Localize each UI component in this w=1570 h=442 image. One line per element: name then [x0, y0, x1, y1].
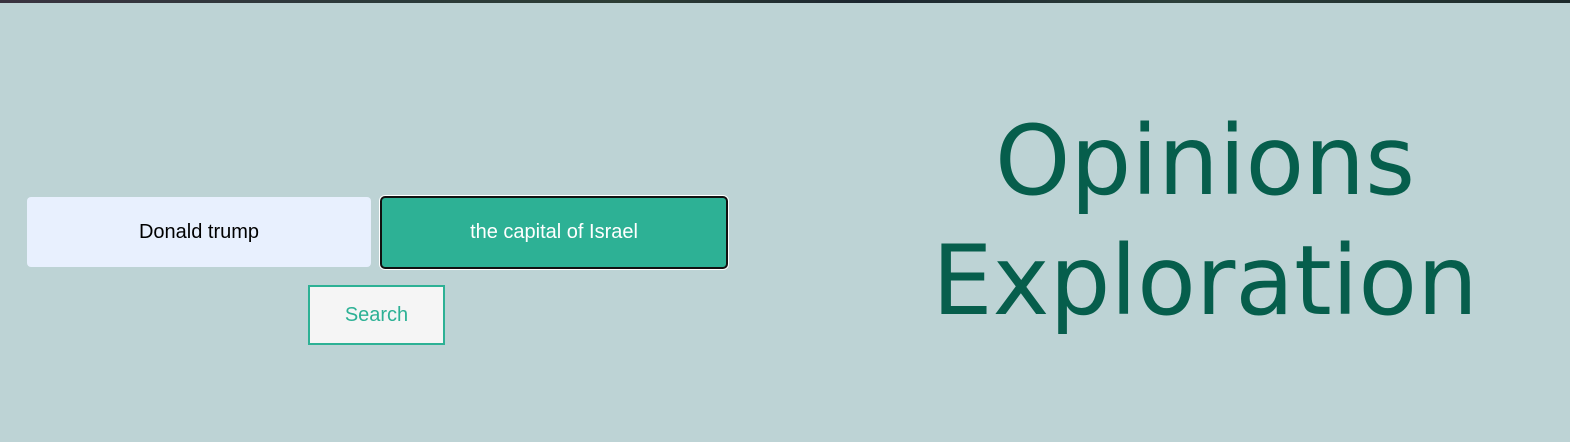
page-title-line-1: Opinions	[994, 105, 1416, 217]
subject-search-input[interactable]	[27, 197, 371, 267]
topic-search-input[interactable]	[380, 196, 728, 269]
top-image-strip	[0, 0, 1570, 3]
search-button[interactable]: Search	[308, 285, 445, 345]
page-title-line-2: Exploration	[932, 225, 1478, 337]
